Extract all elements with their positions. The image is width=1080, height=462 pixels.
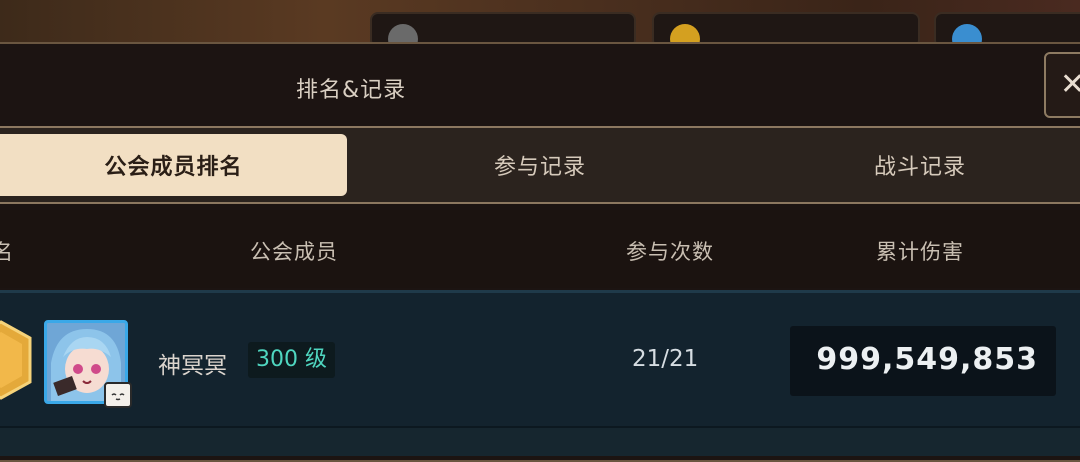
panel-title: 排名&记录 (296, 78, 407, 103)
member-name: 神冥冥 (158, 353, 227, 379)
col-rank: 名 (0, 240, 14, 264)
next-row-edge (0, 426, 1080, 456)
close-button[interactable]: ✕ (1044, 52, 1080, 118)
col-damage: 累计伤害 (876, 240, 964, 264)
col-member: 公会成员 (250, 240, 338, 264)
tab-bar: 公会成员排名 参与记录 战斗记录 (0, 126, 1080, 204)
gold-rank-badge-icon (0, 320, 32, 400)
column-header: 名 公会成员 参与次数 累计伤害 (0, 210, 1080, 288)
total-damage: 999,549,853 (816, 342, 1038, 377)
close-icon: ✕ (1060, 67, 1080, 102)
damage-value-box: 999,549,853 (790, 326, 1056, 396)
col-count: 参与次数 (626, 240, 714, 264)
chat-face-icon (104, 382, 132, 408)
member-level-badge: 300 级 (248, 342, 335, 378)
tab-battle-record[interactable]: 战斗记录 (740, 134, 1080, 196)
participation-count: 21/21 (632, 346, 699, 372)
tab-participation-record[interactable]: 参与记录 (360, 134, 720, 196)
tab-guild-member-ranking[interactable]: 公会成员排名 (0, 134, 347, 196)
